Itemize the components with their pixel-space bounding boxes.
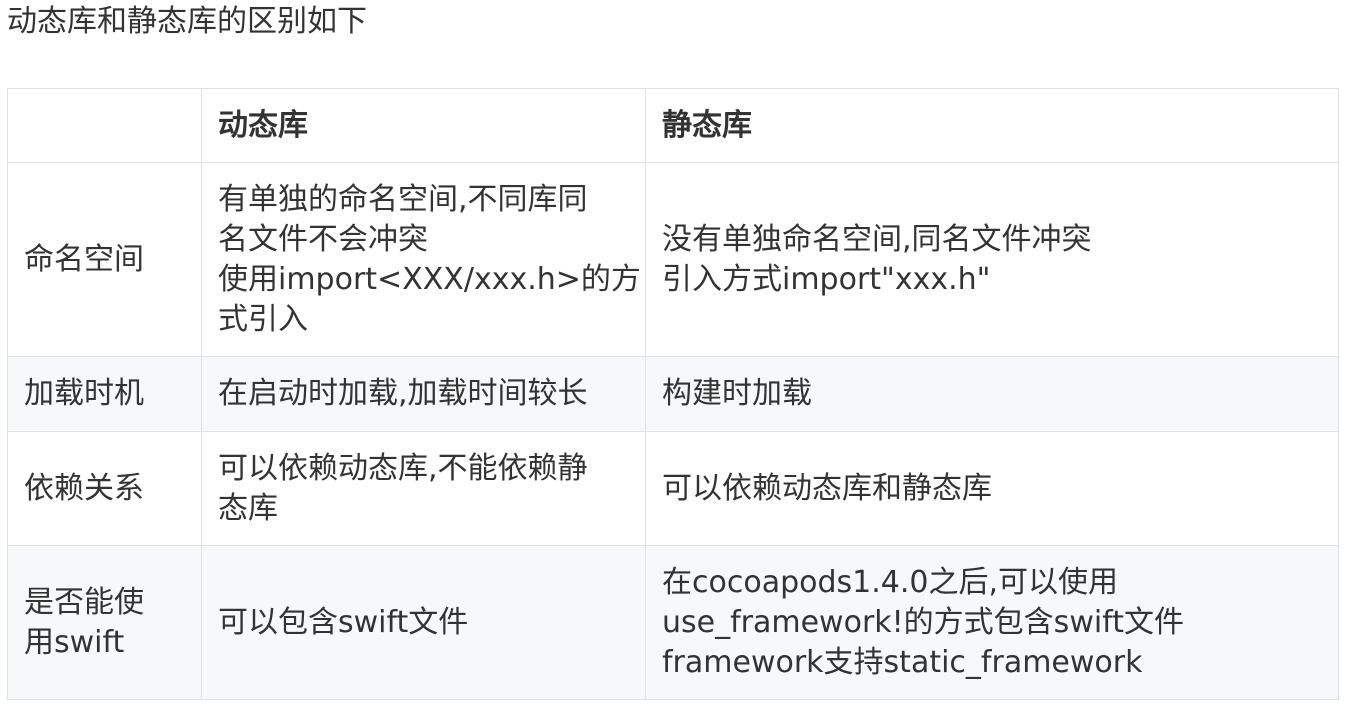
cell-line: 态库: [218, 490, 278, 526]
cell-line: 构建时加载: [662, 376, 812, 411]
table-row: 是否能使 用swift 可以包含swift文件 在cocoapods1.4.0之…: [7, 545, 1339, 700]
cell-line: 在启动时加载,加载时间较长: [218, 376, 588, 411]
comparison-table: 动态库 静态库 命名空间 有单独的命名空间,不同库同 名文件不会冲突 使用imp…: [7, 88, 1339, 700]
cell-line: 用swift: [24, 624, 125, 660]
table-row: 加载时机 在启动时加载,加载时间较长 构建时加载: [7, 356, 1339, 432]
table-row: 依赖关系 可以依赖动态库,不能依赖静 态库 可以依赖动态库和静态库: [7, 431, 1339, 546]
cell-line: 没有单独命名空间,同名文件冲突: [662, 221, 1092, 257]
static-cell: 在cocoapods1.4.0之后,可以使用 use_framework!的方式…: [645, 545, 1339, 700]
cell-line: 加载时机: [24, 376, 144, 411]
cell-line: 可以依赖动态库和静态库: [662, 470, 992, 506]
table-header-row: 动态库 静态库: [7, 88, 1339, 163]
cell-line: 命名空间: [24, 241, 144, 277]
cell-line: 引入方式import"xxx.h": [662, 261, 991, 297]
table-row: 命名空间 有单独的命名空间,不同库同 名文件不会冲突 使用import<XXX/…: [7, 162, 1339, 357]
row-label-cell: 依赖关系: [7, 431, 202, 546]
dynamic-cell: 在启动时加载,加载时间较长: [201, 356, 646, 432]
cell-line: 名文件不会冲突: [218, 221, 428, 257]
cell-line: 是否能使: [24, 584, 144, 620]
dynamic-cell: 可以包含swift文件: [201, 545, 646, 700]
cell-line: 在cocoapods1.4.0之后,可以使用: [662, 564, 1119, 600]
dynamic-cell: 有单独的命名空间,不同库同 名文件不会冲突 使用import<XXX/xxx.h…: [201, 162, 646, 357]
cell-line: 依赖关系: [24, 470, 144, 506]
cell-line: 可以包含swift文件: [218, 604, 469, 640]
page-title: 动态库和静态库的区别如下: [7, 4, 367, 39]
cell-line: 式引入: [218, 301, 308, 337]
row-label-cell: 是否能使 用swift: [7, 545, 202, 700]
row-label-cell: 加载时机: [7, 356, 202, 432]
cell-line: use_framework!的方式包含swift文件: [662, 604, 1184, 640]
header-cell-static: 静态库: [645, 88, 1339, 163]
static-cell: 可以依赖动态库和静态库: [645, 431, 1339, 546]
cell-line: 可以依赖动态库,不能依赖静: [218, 450, 588, 486]
row-label-cell: 命名空间: [7, 162, 202, 357]
static-cell: 构建时加载: [645, 356, 1339, 432]
dynamic-cell: 可以依赖动态库,不能依赖静 态库: [201, 431, 646, 546]
cell-line: 使用import<XXX/xxx.h>的方: [218, 261, 641, 297]
static-cell: 没有单独命名空间,同名文件冲突 引入方式import"xxx.h": [645, 162, 1339, 357]
header-cell-empty: [7, 88, 202, 163]
cell-line: framework支持static_framework: [662, 644, 1143, 680]
cell-line: 有单独的命名空间,不同库同: [218, 181, 588, 217]
header-cell-dynamic: 动态库: [201, 88, 646, 163]
